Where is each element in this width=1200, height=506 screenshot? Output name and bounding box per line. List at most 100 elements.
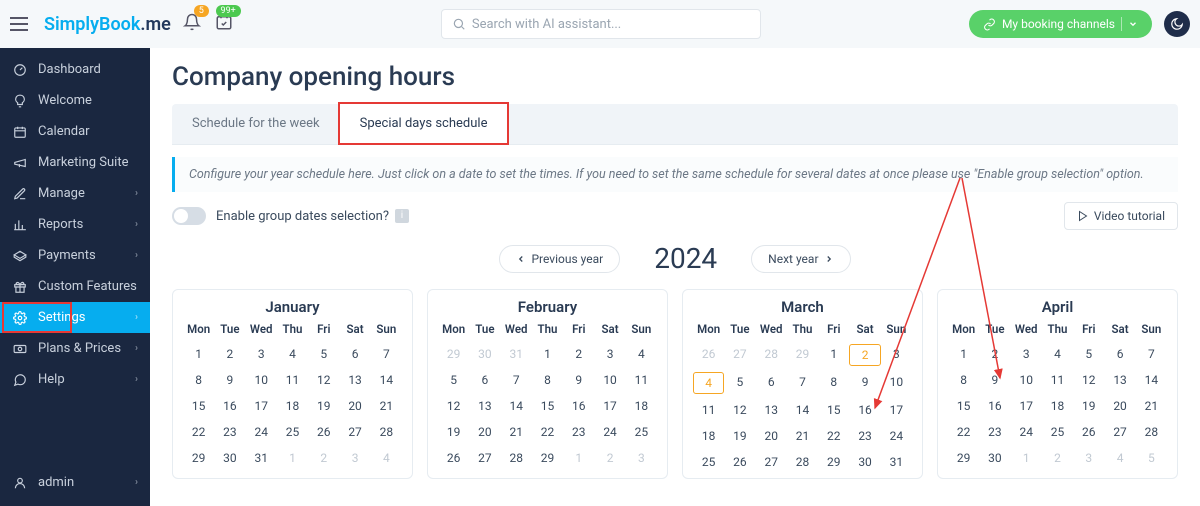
calendar-day[interactable]: 25 [1042, 422, 1073, 442]
calendar-day[interactable]: 12 [308, 370, 339, 390]
calendar-day[interactable]: 20 [1104, 396, 1135, 416]
calendar-day[interactable]: 1 [563, 448, 594, 468]
calendar-day[interactable]: 20 [339, 396, 370, 416]
dark-mode-toggle[interactable] [1164, 11, 1190, 37]
notifications-bell[interactable]: 5 [183, 13, 201, 35]
calendar-day[interactable]: 17 [1011, 396, 1042, 416]
calendar-day[interactable]: 14 [1136, 370, 1167, 390]
sidebar-item-welcome[interactable]: Welcome [0, 85, 150, 116]
calendar-day[interactable]: 24 [1011, 422, 1042, 442]
calendar-day[interactable]: 29 [948, 448, 979, 468]
calendar-day[interactable]: 3 [1073, 448, 1104, 468]
calendar-day[interactable]: 21 [371, 396, 402, 416]
calendar-day[interactable]: 1 [1011, 448, 1042, 468]
calendar-day[interactable]: 9 [214, 370, 245, 390]
info-icon[interactable]: i [395, 209, 409, 223]
calendar-day[interactable]: 29 [438, 344, 469, 364]
calendar-day[interactable]: 15 [818, 400, 849, 420]
calendar-day[interactable]: 30 [214, 448, 245, 468]
calendar-day[interactable]: 18 [693, 426, 724, 446]
sidebar-item-admin[interactable]: admin› [0, 467, 150, 498]
calendar-day[interactable]: 19 [724, 426, 755, 446]
calendar-day[interactable]: 27 [756, 452, 787, 472]
calendar-day[interactable]: 10 [594, 370, 625, 390]
calendar-day[interactable]: 26 [438, 448, 469, 468]
calendar-day[interactable]: 1 [183, 344, 214, 364]
calendar-day[interactable]: 6 [339, 344, 370, 364]
calendar-day[interactable]: 16 [563, 396, 594, 416]
calendar-day[interactable]: 14 [371, 370, 402, 390]
calendar-day[interactable]: 9 [563, 370, 594, 390]
video-tutorial-button[interactable]: Video tutorial [1064, 202, 1178, 230]
calendar-day[interactable]: 2 [594, 448, 625, 468]
search-input[interactable]: Search with AI assistant... [441, 9, 761, 39]
calendar-day[interactable]: 3 [594, 344, 625, 364]
calendar-day[interactable]: 10 [1011, 370, 1042, 390]
calendar-day[interactable]: 8 [818, 372, 849, 394]
calendar-day[interactable]: 11 [1042, 370, 1073, 390]
calendar-day[interactable]: 2 [979, 344, 1010, 364]
tab-special-days-schedule[interactable]: Special days schedule [340, 104, 508, 145]
calendar-day[interactable]: 27 [1104, 422, 1135, 442]
calendar-day[interactable]: 13 [339, 370, 370, 390]
sidebar-item-custom-features[interactable]: Custom Features [0, 271, 150, 302]
calendar-day[interactable]: 29 [183, 448, 214, 468]
next-year-button[interactable]: Next year [751, 245, 850, 273]
bookings-icon-button[interactable]: 99+ [215, 13, 233, 35]
calendar-day[interactable]: 13 [756, 400, 787, 420]
calendar-day[interactable]: 16 [214, 396, 245, 416]
calendar-day[interactable]: 1 [948, 344, 979, 364]
calendar-day[interactable]: 15 [948, 396, 979, 416]
calendar-day[interactable]: 11 [693, 400, 724, 420]
calendar-day[interactable]: 28 [1136, 422, 1167, 442]
calendar-day[interactable]: 19 [1073, 396, 1104, 416]
calendar-day[interactable]: 3 [626, 448, 657, 468]
calendar-day[interactable]: 12 [724, 400, 755, 420]
calendar-day[interactable]: 30 [469, 344, 500, 364]
calendar-day[interactable]: 16 [849, 400, 880, 420]
calendar-day[interactable]: 15 [532, 396, 563, 416]
calendar-day[interactable]: 31 [501, 344, 532, 364]
calendar-day[interactable]: 9 [849, 372, 880, 394]
calendar-day[interactable]: 30 [979, 448, 1010, 468]
calendar-day[interactable]: 14 [501, 396, 532, 416]
calendar-day[interactable]: 27 [469, 448, 500, 468]
calendar-day[interactable]: 2 [214, 344, 245, 364]
group-selection-toggle[interactable] [172, 207, 206, 225]
calendar-day[interactable]: 17 [594, 396, 625, 416]
sidebar-item-payments[interactable]: Payments› [0, 240, 150, 271]
calendar-day[interactable]: 29 [818, 452, 849, 472]
calendar-day[interactable]: 6 [756, 372, 787, 394]
calendar-day[interactable]: 26 [693, 344, 724, 366]
calendar-day[interactable]: 11 [626, 370, 657, 390]
calendar-day[interactable]: 20 [756, 426, 787, 446]
logo[interactable]: SimplyBook.me [44, 14, 171, 35]
calendar-day[interactable]: 7 [371, 344, 402, 364]
calendar-day[interactable]: 27 [339, 422, 370, 442]
calendar-day[interactable]: 28 [371, 422, 402, 442]
calendar-day[interactable]: 5 [1073, 344, 1104, 364]
calendar-day[interactable]: 28 [787, 452, 818, 472]
calendar-day[interactable]: 8 [532, 370, 563, 390]
calendar-day[interactable]: 1 [277, 448, 308, 468]
calendar-day[interactable]: 7 [787, 372, 818, 394]
sidebar-item-marketing-suite[interactable]: Marketing Suite [0, 147, 150, 178]
calendar-day[interactable]: 4 [693, 372, 724, 394]
calendar-day[interactable]: 28 [756, 344, 787, 366]
calendar-day[interactable]: 27 [724, 344, 755, 366]
sidebar-item-reports[interactable]: Reports› [0, 209, 150, 240]
calendar-day[interactable]: 23 [214, 422, 245, 442]
calendar-day[interactable]: 1 [532, 344, 563, 364]
menu-button[interactable] [10, 12, 34, 36]
calendar-day[interactable]: 5 [1136, 448, 1167, 468]
calendar-day[interactable]: 5 [308, 344, 339, 364]
calendar-day[interactable]: 5 [438, 370, 469, 390]
calendar-day[interactable]: 3 [246, 344, 277, 364]
calendar-day[interactable]: 21 [501, 422, 532, 442]
calendar-day[interactable]: 12 [438, 396, 469, 416]
calendar-day[interactable]: 31 [246, 448, 277, 468]
calendar-day[interactable]: 25 [277, 422, 308, 442]
calendar-day[interactable]: 18 [626, 396, 657, 416]
calendar-day[interactable]: 2 [849, 344, 880, 366]
calendar-day[interactable]: 4 [626, 344, 657, 364]
